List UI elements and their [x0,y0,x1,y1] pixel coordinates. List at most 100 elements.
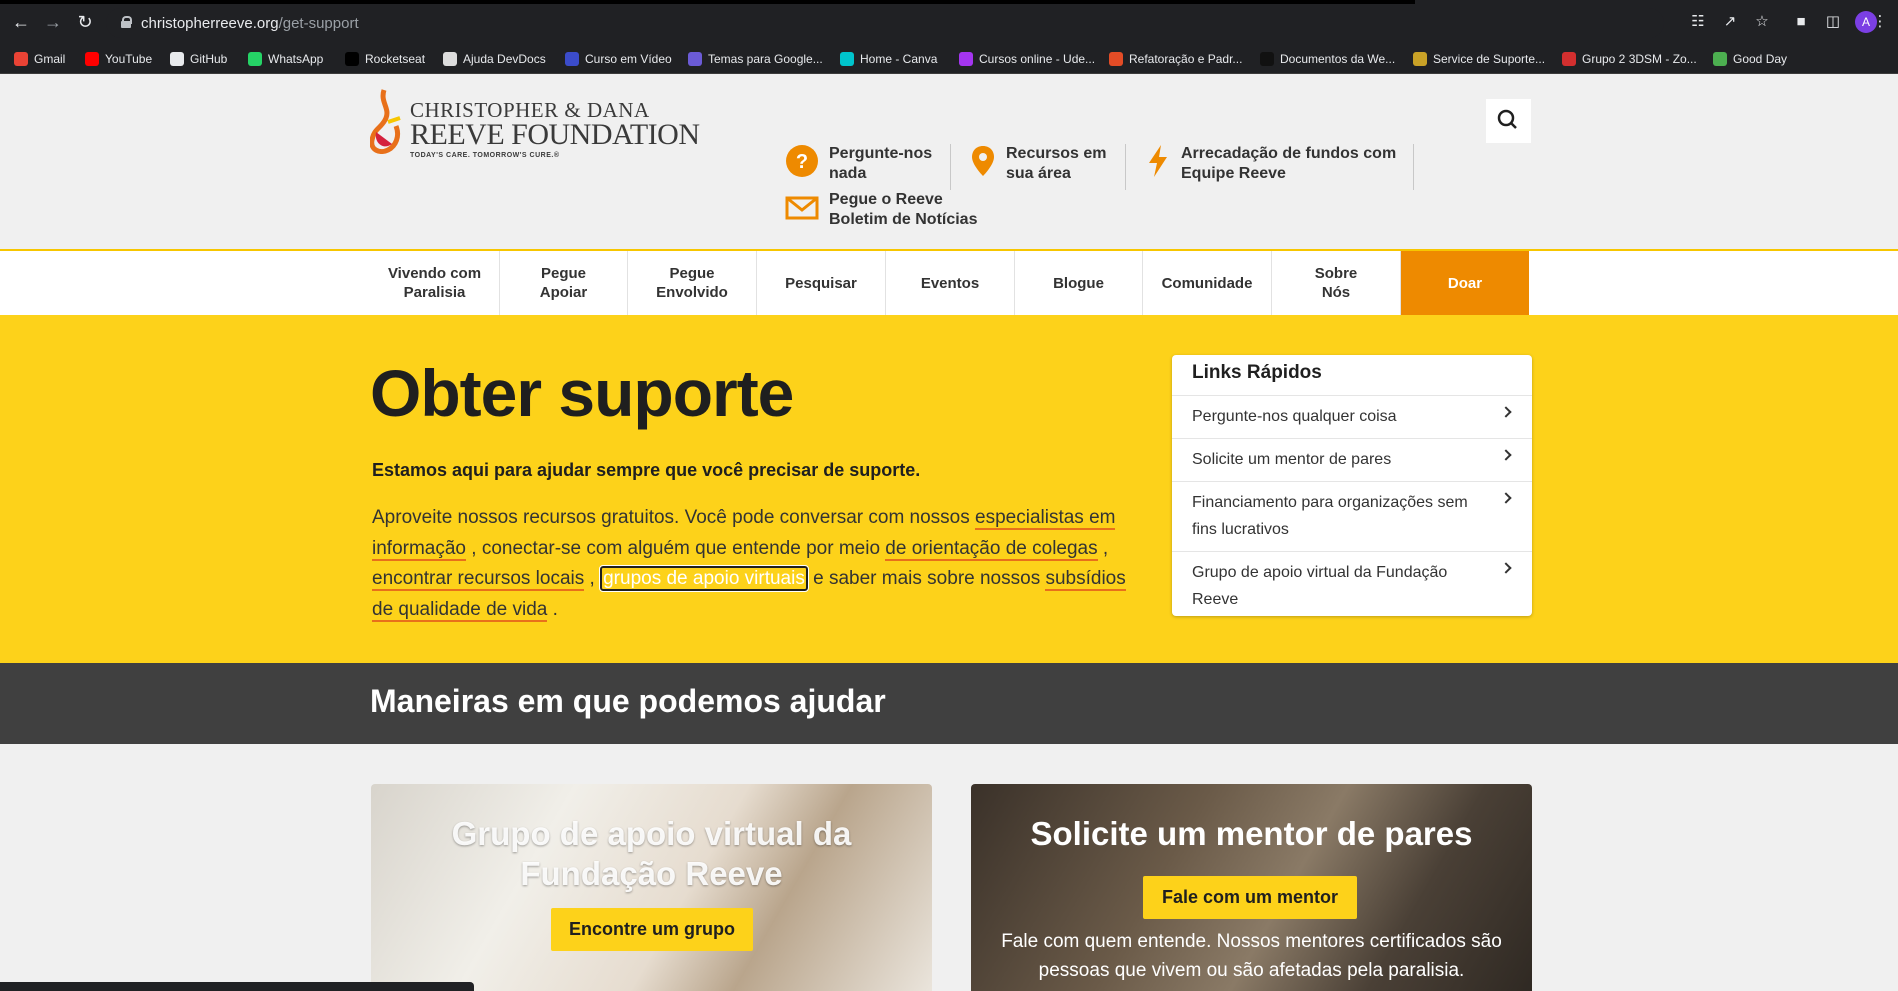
nav-community[interactable]: Comunidade [1143,251,1272,315]
bookmark-label: Curso em Vídeo [585,52,672,66]
hero-lead: Estamos aqui para ajudar sempre que você… [372,460,921,480]
bookmark-item[interactable]: Ajuda DevDocs [443,50,546,68]
nav-label: Pegue [669,265,715,282]
nav-label: Apoiar [539,284,588,301]
bookmark-item[interactable]: Cursos online - Ude... [959,50,1095,68]
bookmark-item[interactable]: Curso em Vídeo [565,50,672,68]
extensions-icon[interactable]: ■ [1791,12,1811,32]
goodday-icon [1713,52,1727,66]
quick-link-virtual-support-group[interactable]: Grupo de apoio virtual da Fundação Reeve [1172,551,1532,621]
nav-get-support[interactable]: Pegue Apoiar [500,251,628,315]
resources-link-label: Recursos em [1006,145,1107,162]
github-icon [170,52,184,66]
translate-icon[interactable]: ☷ [1688,12,1708,32]
local-resources-link[interactable]: Recursos em sua área [970,144,1107,184]
chevron-right-icon [1500,406,1512,418]
nav-label: Paralisia [403,284,466,301]
virtual-support-group-card[interactable]: Grupo de apoio virtual da Fundação Reeve… [371,784,932,991]
divider [1413,144,1414,190]
mdn-icon [1260,52,1274,66]
nav-label: Sobre [1314,265,1358,282]
bookmark-item[interactable]: Grupo 2 3DSM - Zo... [1562,50,1697,68]
search-button[interactable] [1486,99,1531,143]
hero-text: , [1097,537,1109,559]
quick-links-panel: Links Rápidos Pergunte-nos qualquer cois… [1172,355,1532,616]
virtual-support-groups-link[interactable]: grupos de apoio virtuais [599,565,809,592]
reload-icon[interactable]: ↻ [74,11,96,33]
hero-text: e saber mais sobre nossos [807,568,1046,589]
hero-section: Obter suporte Estamos aqui para ajudar s… [0,315,1898,663]
bookmark-item[interactable]: GitHub [170,50,227,68]
peer-mentor-card[interactable]: Solicite um mentor de pares Fale com um … [971,784,1532,991]
bookmark-item[interactable]: Documentos da We... [1260,50,1395,68]
bookmark-item[interactable]: Home - Canva [840,50,937,68]
divider [1125,144,1126,190]
hero-text: . [547,598,558,620]
peer-mentoring-link[interactable]: de orientação de colegas [885,537,1098,561]
sidepanel-icon[interactable]: ◫ [1823,12,1843,32]
nav-label: Envolvido [656,284,728,301]
gmail-icon [14,52,28,66]
nav-living-with-paralysis[interactable]: Vivendo com Paralisia [370,251,500,315]
envelope-icon [785,196,819,220]
hero-text: , [584,568,601,589]
bookmark-item[interactable]: Service de Suporte... [1413,50,1545,68]
svg-text:?: ? [796,151,808,173]
fundraise-link[interactable]: Arrecadação de fundos com Equipe Reeve [1145,144,1396,184]
nav-label: Pegue [540,265,586,282]
bookmark-item[interactable]: Rocketseat [345,50,425,68]
share-icon[interactable]: ↗ [1720,12,1740,32]
ask-link[interactable]: ? Pergunte-nos nada [785,144,932,184]
menu-icon[interactable]: ⋮ [1870,12,1890,32]
quick-link-label: Pergunte-nos qualquer coisa [1192,408,1397,425]
nav-get-involved[interactable]: Pegue Envolvido [628,251,757,315]
bookmark-item[interactable]: Temas para Google... [688,50,823,68]
bookmark-label: Gmail [34,52,66,66]
bookmark-label: Rocketseat [365,52,426,66]
nav-blog[interactable]: Blogue [1015,251,1143,315]
quick-links-title: Links Rápidos [1192,362,1322,383]
rocketseat-icon [345,52,359,66]
site-header: CHRISTOPHER & DANA REEVE FOUNDATION TODA… [0,74,1898,249]
bookmark-label: Cursos online - Ude... [979,52,1096,66]
ask-link-label-2: nada [829,165,867,182]
logo-tagline: TODAY'S CARE. TOMORROW'S CURE.® [410,152,560,159]
bookmark-label: Good Day [1733,52,1788,66]
udemy-icon [959,52,973,66]
refactoring-icon [1109,52,1123,66]
devdocs-icon [443,52,457,66]
local-resources-inline-link[interactable]: encontrar recursos locais [372,568,585,591]
address-bar[interactable]: christopherreeve.org/get-support [106,8,1664,38]
nav-about-us[interactable]: Sobre Nós [1272,251,1401,315]
bookmark-item[interactable]: YouTube [85,50,152,68]
nav-events[interactable]: Eventos [886,251,1015,315]
bookmark-item[interactable]: Refatoração e Padr... [1109,50,1242,68]
quick-link-peer-mentor[interactable]: Solicite um mentor de pares [1172,438,1532,481]
question-circle-icon: ? [786,145,818,177]
newsletter-link[interactable]: Pegue o Reeve Boletim de Notícias [785,190,977,230]
bookmark-label: Temas para Google... [708,52,823,66]
support-icon [1413,52,1427,66]
bookmark-item[interactable]: Gmail [14,50,65,68]
lock-icon [121,16,132,28]
forward-arrow-icon[interactable]: → [42,11,64,33]
quick-link-nonprofit-funding[interactable]: Financiamento para organizações sem fins… [1172,481,1532,551]
find-group-button[interactable]: Encontre um grupo [551,908,753,951]
page-title: Obter suporte [370,356,794,430]
whatsapp-icon [248,52,262,66]
star-icon[interactable]: ☆ [1752,12,1772,32]
back-arrow-icon[interactable]: ← [10,11,32,33]
talk-to-mentor-button[interactable]: Fale com um mentor [1143,876,1357,919]
bookmark-item[interactable]: WhatsApp [248,50,323,68]
nav-research[interactable]: Pesquisar [757,251,886,315]
main-navigation: Vivendo com Paralisia Pegue Apoiar Pegue En… [0,249,1898,315]
foundation-logo[interactable]: CHRISTOPHER & DANA REEVE FOUNDATION TODA… [370,84,700,159]
donate-button[interactable]: Doar [1401,251,1529,315]
nav-label: Vivendo com [387,265,482,282]
bookmark-item[interactable]: Good Day [1713,50,1787,68]
nav-label: Nós [1321,284,1351,301]
puzzle-icon [688,52,702,66]
quick-link-ask-anything[interactable]: Pergunte-nos qualquer coisa [1172,395,1532,438]
ask-link-label: Pergunte-nos [829,145,933,162]
chevron-right-icon [1500,492,1512,504]
